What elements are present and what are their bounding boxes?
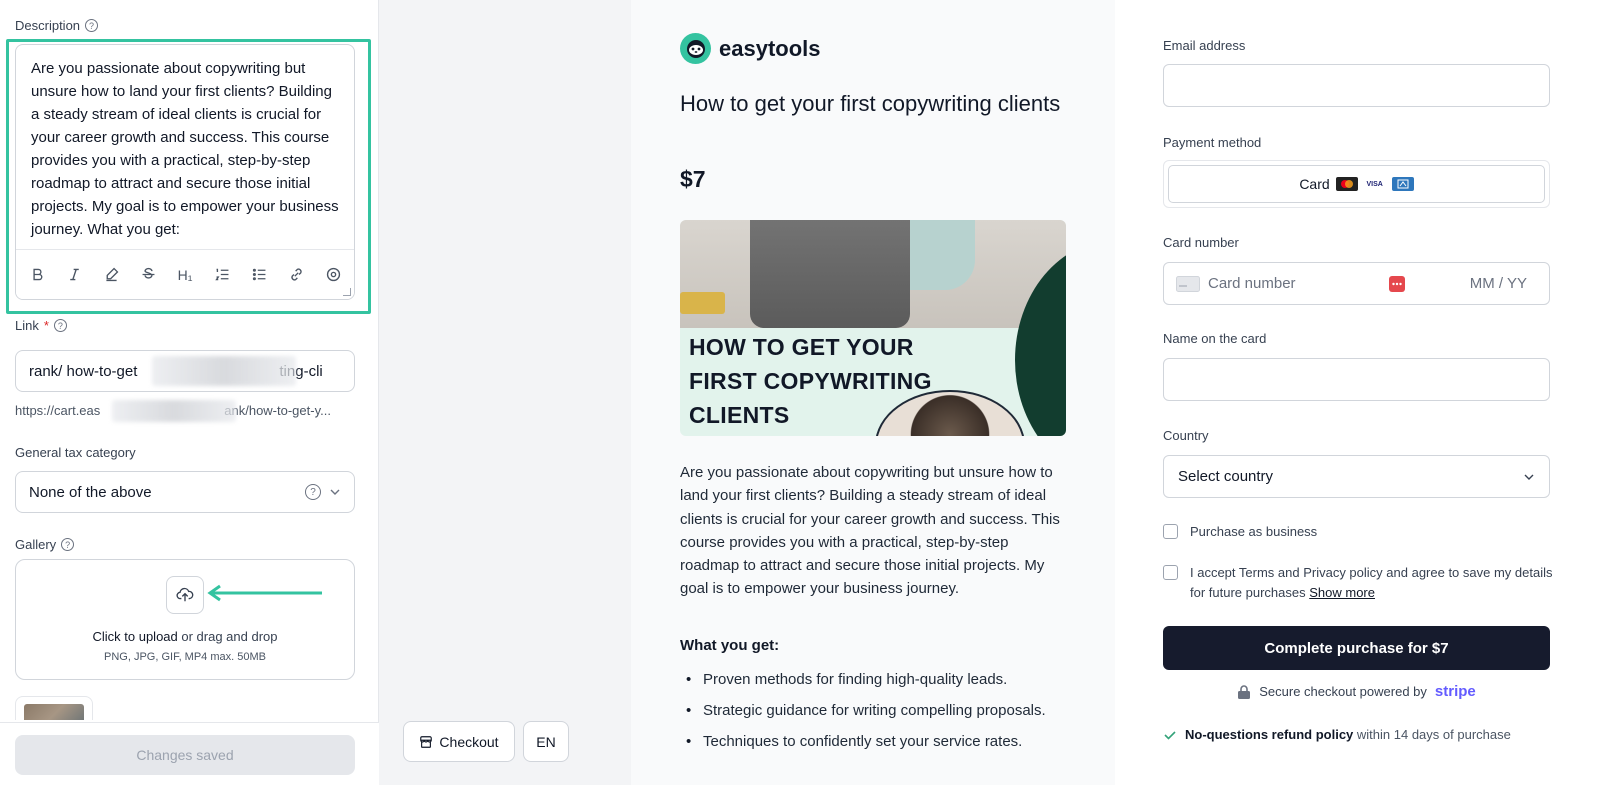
checkout-view-button[interactable]: Checkout [403,721,515,762]
list-item: Techniques to confidently set your servi… [680,730,1070,753]
complete-purchase-button[interactable]: Complete purchase for $7 [1163,626,1550,670]
help-icon[interactable]: ? [61,538,75,551]
credit-card-icon [1176,275,1200,292]
email-label: Email address [1163,38,1246,53]
terms-checkbox[interactable] [1163,565,1178,580]
annotation-arrow-icon [207,584,322,602]
checkout-form: Email address Payment method Card VISA C… [1115,0,1600,785]
storefront-icon [420,735,433,748]
product-editor-panel: Description ? Are you passionate about c… [0,0,379,785]
italic-icon[interactable] [61,262,87,288]
lock-icon [1238,684,1251,699]
amex-icon [1391,177,1414,191]
refund-policy-note: No-questions refund policy within 14 day… [1163,727,1511,742]
card-number-field[interactable]: Card number MM / YY [1163,262,1550,305]
heading-icon[interactable]: H₁ [172,262,198,288]
help-icon[interactable]: ? [85,19,99,32]
bullet-list-icon[interactable] [246,262,272,288]
mastercard-icon [1335,177,1358,191]
redaction-blur [112,400,236,422]
business-checkbox[interactable] [1163,524,1178,539]
payment-method-label: Payment method [1163,135,1262,150]
bold-icon[interactable] [24,262,50,288]
rich-text-toolbar: H₁ [16,249,354,299]
business-checkbox-row: Purchase as business [1163,522,1553,542]
chevron-down-icon [1524,474,1534,480]
expiry-field[interactable]: MM / YY [1470,275,1537,292]
laptop-illustration [750,220,910,328]
changes-saved-button[interactable]: Changes saved [15,735,355,775]
product-price: $7 [680,166,706,192]
terms-checkbox-row: I accept Terms and Privacy policy and ag… [1163,563,1553,602]
help-icon[interactable]: ? [305,484,321,500]
link-label: Link * ? [15,318,67,333]
strikethrough-icon[interactable] [135,262,161,288]
stripe-logo: stripe [1434,683,1476,700]
description-text[interactable]: Are you passionate about copywriting but… [16,45,354,249]
product-title: How to get your first copywriting client… [680,91,1061,116]
payment-method-selector: Card VISA [1163,160,1550,208]
upload-instructions: Click to upload or drag and drop [92,629,278,644]
cover-headline: HOW TO GET YOUR FIRST COPYWRITING CLIENT… [689,334,932,428]
ordered-list-icon[interactable] [209,262,235,288]
name-on-card-field[interactable] [1163,358,1550,401]
payment-option-card[interactable]: Card VISA [1168,165,1545,203]
email-field[interactable] [1163,64,1550,107]
help-icon[interactable]: ? [53,319,67,332]
upload-hint: PNG, JPG, GIF, MP4 max. 50MB [104,651,266,663]
name-on-card-label: Name on the card [1163,331,1267,346]
gallery-upload-dropzone[interactable]: Click to upload or drag and drop PNG, JP… [15,559,355,680]
list-item: Strategic guidance for writing compellin… [680,699,1070,722]
country-select[interactable]: Select country [1163,455,1550,498]
benefits-list: Proven methods for finding high-quality … [680,668,1070,761]
description-editor[interactable]: Are you passionate about copywriting but… [15,44,355,300]
checkmark-icon [1164,730,1176,740]
clear-format-icon[interactable] [320,262,346,288]
secure-checkout-note: Secure checkout powered by stripe [1163,683,1550,700]
gallery-label: Gallery ? [15,537,75,552]
redaction-blur [152,356,296,386]
resize-handle-icon[interactable] [343,288,351,296]
tax-category-select[interactable]: None of the above ? [15,471,355,513]
brand-logo: easytools [680,33,821,64]
gallery-thumbnail[interactable] [15,696,93,720]
highlight-icon[interactable] [98,262,124,288]
tax-category-label: General tax category [15,445,136,460]
product-cover-image: HOW TO GET YOUR FIRST COPYWRITING CLIENT… [680,220,1066,436]
what-you-get-heading: What you get: [680,637,780,654]
country-label: Country [1163,428,1209,443]
show-more-link[interactable]: Show more [1309,585,1375,600]
link-icon[interactable] [283,262,309,288]
autofill-icon[interactable] [1388,275,1406,293]
list-item: Proven methods for finding high-quality … [680,668,1070,691]
product-preview: easytools How to get your first copywrit… [631,0,1115,785]
product-description: Are you passionate about copywriting but… [680,464,1060,598]
language-button[interactable]: EN [523,721,569,762]
save-bar: Changes saved [0,722,379,785]
visa-icon: VISA [1366,180,1383,188]
card-number-label: Card number [1163,235,1239,250]
upload-cloud-icon[interactable] [166,576,204,614]
chevron-down-icon [330,489,340,495]
sloth-logo-icon [680,33,711,64]
thumbnail-image [24,704,84,720]
description-label: Description ? [15,18,99,33]
